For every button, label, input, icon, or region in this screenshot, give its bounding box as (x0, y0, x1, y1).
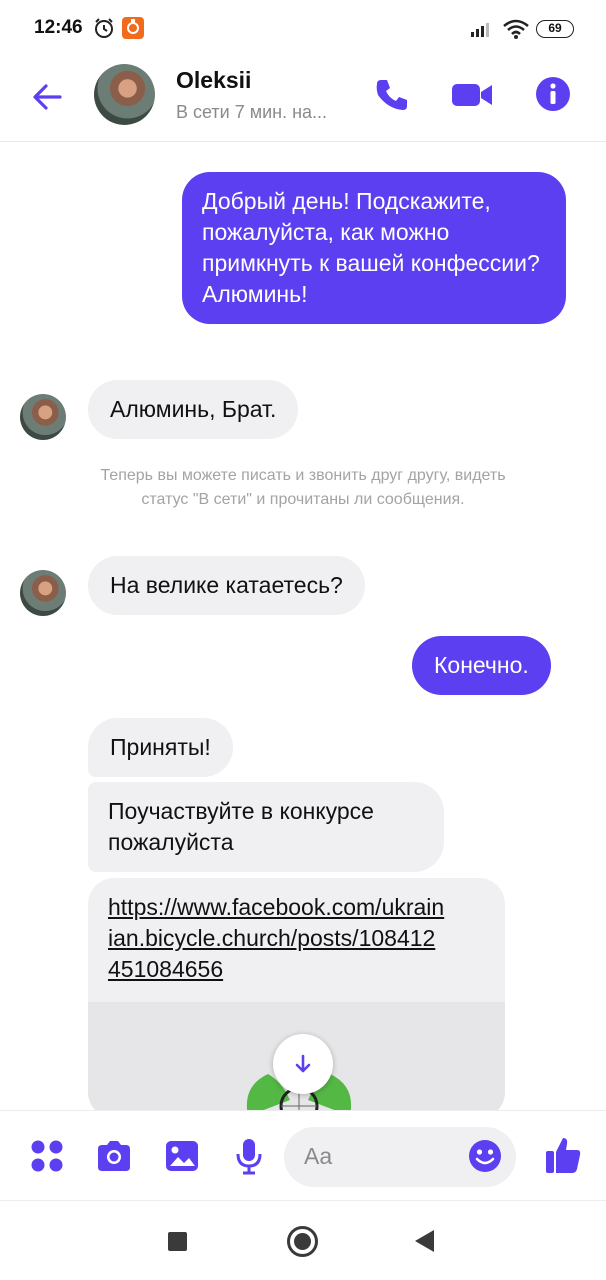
back-arrow-icon[interactable] (30, 80, 64, 114)
link-url-text[interactable]: https://www.facebook.com/ukrainian.bicyc… (108, 892, 448, 985)
scroll-down-button[interactable] (273, 1034, 333, 1094)
app-notification-icon (122, 17, 144, 39)
contact-name[interactable]: Oleksii (176, 67, 251, 94)
message-list[interactable]: Добрый день! Подскажите, пожалуйста, как… (0, 142, 606, 1110)
emoji-icon[interactable] (468, 1139, 502, 1173)
video-camera-icon[interactable] (450, 77, 494, 113)
message-bubble-incoming[interactable]: На велике катаетесь? (88, 556, 365, 615)
microphone-icon[interactable] (234, 1137, 264, 1175)
phone-icon[interactable] (372, 75, 412, 115)
recents-square-icon[interactable] (168, 1232, 187, 1251)
camera-icon[interactable] (95, 1139, 133, 1173)
message-input[interactable]: Aa (284, 1127, 516, 1187)
apps-icon[interactable] (30, 1139, 64, 1173)
link-url[interactable]: https://www.facebook.com/ukrainian.bicyc… (108, 892, 448, 985)
composer-bar: Aa (0, 1110, 606, 1200)
status-time: 12:46 (34, 17, 83, 38)
status-bar: 12:46 69 (0, 0, 606, 58)
system-nav-bar (0, 1200, 606, 1280)
arrow-down-icon (295, 1054, 311, 1073)
contact-avatar[interactable] (94, 64, 155, 125)
message-bubble-incoming[interactable]: Приняты! (88, 718, 233, 777)
home-circle-icon[interactable] (287, 1226, 318, 1257)
message-bubble-outgoing[interactable]: Добрый день! Подскажите, пожалуйста, как… (182, 172, 566, 324)
conversation-header: Oleksii В сети 7 мин. на... (0, 58, 606, 142)
contact-avatar-small[interactable] (20, 570, 66, 616)
system-note: Теперь вы можете писать и звонить друг д… (100, 467, 506, 508)
info-icon[interactable] (535, 76, 571, 112)
battery-icon: 69 (536, 20, 574, 38)
message-bubble-incoming[interactable]: Алюминь, Брат. (88, 380, 299, 439)
message-input-placeholder: Aa (304, 1143, 333, 1169)
contact-status: В сети 7 мин. на... (176, 102, 328, 122)
signal-icon (471, 23, 489, 37)
message-bubble-outgoing[interactable]: Конечно. (412, 636, 551, 695)
thumbs-up-icon[interactable] (544, 1135, 582, 1175)
message-bubble-incoming[interactable]: Поучаствуйте в конкурсе пожалуйста (88, 782, 444, 872)
contact-avatar-small[interactable] (20, 394, 66, 440)
alarm-icon (95, 18, 113, 38)
wifi-icon (503, 19, 529, 39)
gallery-icon[interactable] (164, 1139, 200, 1173)
back-triangle-icon[interactable] (415, 1230, 434, 1252)
